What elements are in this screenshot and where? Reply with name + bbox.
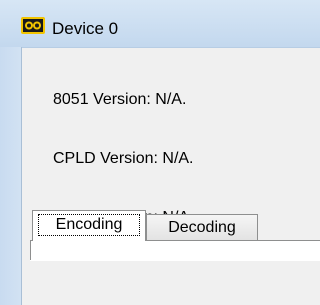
tab-panel — [30, 240, 320, 261]
device-app-icon[interactable] — [21, 17, 45, 34]
version-8051-label: 8051 Version: N/A. — [53, 91, 187, 108]
tab-encoding[interactable]: Encoding — [32, 210, 146, 241]
title-bar[interactable]: Device 0 — [0, 0, 320, 48]
window-title: Device 0 — [52, 19, 119, 38]
content-area: 8051 Version: N/A. CPLD Version: N/A. FP… — [22, 48, 320, 305]
window-left-border — [0, 47, 22, 305]
tab-focus-rect — [38, 214, 140, 236]
device-window: Device 0 8051 Version: N/A. CPLD Version… — [0, 0, 320, 305]
version-cpld-label: CPLD Version: N/A. — [53, 150, 194, 167]
tab-decoding-label: Decoding — [168, 219, 236, 236]
tab-decoding[interactable]: Decoding — [146, 214, 258, 240]
tab-panel-border — [30, 240, 31, 260]
